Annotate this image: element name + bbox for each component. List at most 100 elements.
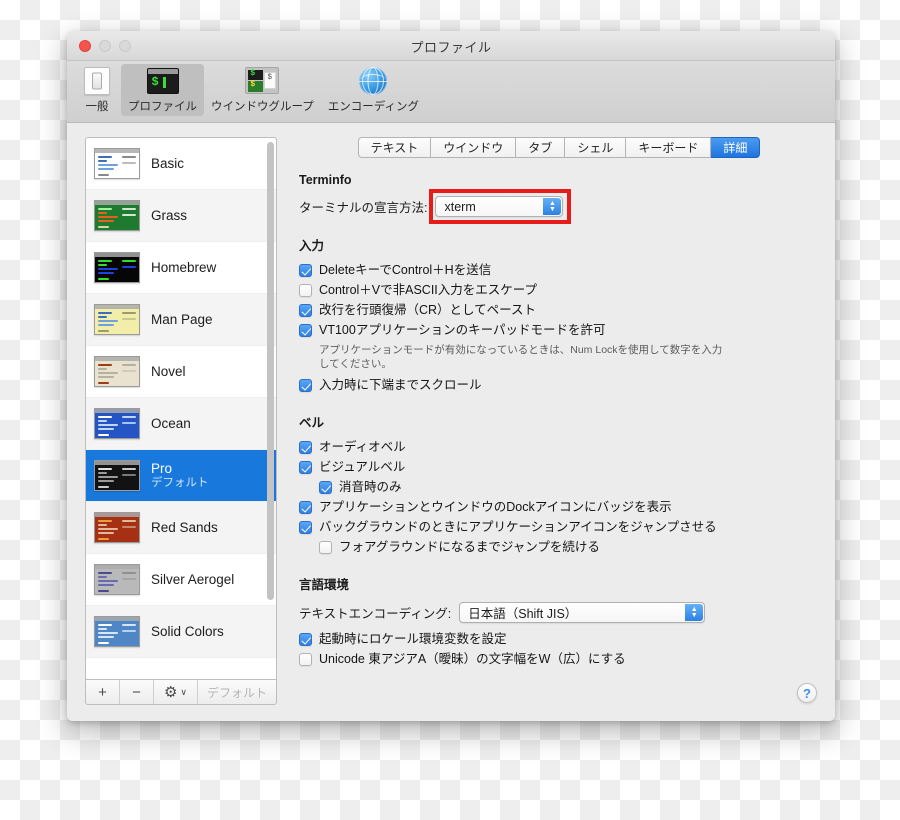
locale-section: 言語環境 テキストエンコーディング: 日本語（Shift JIS） ▲ ▼ 起動時…: [299, 574, 819, 672]
checkbox-box[interactable]: [299, 324, 312, 337]
profile-thumbnail: [94, 252, 140, 283]
checkbox-badge-dock-icon[interactable]: アプリケーションとウインドウのDockアイコンにバッジを表示: [299, 500, 819, 515]
checkbox-box[interactable]: [299, 461, 312, 475]
profile-thumbnail: [94, 148, 140, 179]
tab-tab[interactable]: タブ: [516, 137, 566, 158]
terminfo-declare-value: xterm: [444, 199, 476, 214]
tab-text[interactable]: テキスト: [357, 137, 432, 158]
checkbox-label: 入力時に下端までスクロール: [319, 378, 482, 393]
list-item-selected[interactable]: Pro デフォルト: [86, 450, 276, 502]
checkbox-box[interactable]: [299, 284, 312, 297]
profile-thumbnail: [94, 408, 140, 439]
list-item-label: Pro: [151, 461, 173, 477]
checkbox-bounce-in-background[interactable]: バックグラウンドのときにアプリケーションアイコンをジャンプさせる: [299, 520, 819, 535]
checkbox-vt100-keypad-mode[interactable]: VT100アプリケーションのキーパッドモードを許可: [299, 323, 819, 338]
checkbox-box[interactable]: [299, 501, 312, 515]
list-item-sublabel: デフォルト: [151, 476, 209, 489]
checkbox-escape-non-ascii[interactable]: Control＋Vで非ASCII入力をエスケープ: [299, 283, 819, 298]
profile-thumbnail: [94, 616, 140, 647]
toolbar-item-profiles[interactable]: $ プロファイル: [121, 64, 204, 116]
add-profile-button[interactable]: +: [86, 680, 120, 704]
profiles-sidebar: Basic Grass Homebrew Man Page Novel Ocea…: [85, 137, 277, 705]
checkbox-label: バックグラウンドのときにアプリケーションアイコンをジャンプさせる: [319, 520, 717, 535]
list-item-label: Basic: [151, 155, 185, 171]
profile-list-scrollbar[interactable]: [267, 142, 274, 675]
chevron-down-icon: ∨: [180, 686, 188, 697]
checkbox-audible-bell[interactable]: オーディオベル: [299, 440, 819, 455]
text-encoding-select[interactable]: 日本語（Shift JIS） ▲ ▼: [459, 602, 706, 624]
toolbar-item-window-groups[interactable]: ウインドウグループ: [204, 64, 321, 116]
list-item[interactable]: Basic: [86, 138, 276, 190]
tab-advanced[interactable]: 詳細: [711, 137, 761, 158]
list-item[interactable]: Novel: [86, 346, 276, 398]
checkbox-set-locale-on-startup[interactable]: 起動時にロケール環境変数を設定: [299, 632, 819, 647]
tab-shell[interactable]: シェル: [565, 137, 627, 158]
tab-window[interactable]: ウインドウ: [431, 137, 517, 158]
list-item-label: Novel: [151, 363, 186, 379]
checkbox-only-when-muted[interactable]: 消音時のみ: [299, 480, 819, 495]
checkbox-box[interactable]: [299, 441, 312, 455]
checkbox-box[interactable]: [299, 379, 312, 393]
terminfo-section-title: Terminfo: [299, 173, 352, 187]
checkbox-label: ビジュアルベル: [319, 460, 406, 475]
locale-section-title: 言語環境: [299, 578, 350, 593]
globe-icon: [356, 67, 390, 95]
chevron-updown-icon: ▲ ▼: [685, 604, 704, 622]
profile-thumbnail: [94, 304, 140, 335]
bell-section: ベル オーディオベル ビジュアルベル 消音時のみ アプリケーションとウインドウの…: [299, 412, 819, 560]
list-item[interactable]: Grass: [86, 190, 276, 242]
checkbox-box[interactable]: [319, 481, 332, 495]
checkbox-delete-sends-ctrl-h[interactable]: DeleteキーでControl＋Hを送信: [299, 263, 819, 278]
list-item[interactable]: Red Sands: [86, 502, 276, 554]
profile-thumbnail: [94, 512, 140, 543]
window-group-icon: [245, 67, 280, 95]
terminfo-declare-select[interactable]: xterm ▲ ▼: [435, 196, 564, 217]
profile-thumbnail: [94, 356, 140, 387]
checkbox-box[interactable]: [299, 633, 312, 647]
terminfo-declare-row: ターミナルの宣言方法: xterm ▲ ▼: [299, 189, 819, 224]
profile-list[interactable]: Basic Grass Homebrew Man Page Novel Ocea…: [85, 137, 277, 679]
checkbox-scroll-to-bottom-on-input[interactable]: 入力時に下端までスクロール: [299, 378, 819, 393]
remove-profile-button[interactable]: −: [120, 680, 154, 704]
list-item[interactable]: Ocean: [86, 398, 276, 450]
title-bar: プロファイル: [67, 31, 835, 61]
gear-icon: ⚙: [163, 684, 178, 701]
input-section-title: 入力: [299, 239, 325, 253]
checkbox-paste-newlines-as-cr[interactable]: 改行を行頭復帰（CR）としてペースト: [299, 303, 819, 318]
checkbox-box[interactable]: [299, 264, 312, 277]
checkbox-east-asian-ambiguous-wide[interactable]: Unicode 東アジアA（曖昧）の文字幅をW（広）にする: [299, 652, 819, 667]
scrollbar-thumb[interactable]: [267, 142, 274, 601]
text-encoding-value: 日本語（Shift JIS）: [468, 607, 578, 622]
tab-keyboard[interactable]: キーボード: [626, 137, 712, 158]
profile-thumbnail: [94, 460, 140, 491]
input-section: 入力 DeleteキーでControl＋Hを送信 Control＋Vで非ASCI…: [299, 235, 819, 398]
checkbox-label: オーディオベル: [319, 440, 406, 455]
checkbox-box[interactable]: [299, 521, 312, 535]
settings-tabbar: テキスト ウインドウ タブ シェル キーボード 詳細: [299, 137, 819, 158]
checkbox-label: 起動時にロケール環境変数を設定: [319, 632, 507, 647]
profile-actions-button[interactable]: ⚙ ∨: [154, 680, 198, 704]
list-item-label: Grass: [151, 207, 188, 223]
list-item[interactable]: Solid Colors: [86, 606, 276, 658]
list-item[interactable]: Man Page: [86, 294, 276, 346]
list-item[interactable]: Silver Aerogel: [86, 554, 276, 606]
vt100-help-text: アプリケーションモードが有効になっているときは、Num Lockを使用して数字を…: [319, 344, 723, 371]
set-default-button[interactable]: デフォルト: [198, 680, 276, 704]
preferences-window: プロファイル 一般 $ プロファイル ウインドウグループ エンコーディン: [67, 31, 835, 721]
list-item[interactable]: Homebrew: [86, 242, 276, 294]
list-item-label: Solid Colors: [151, 623, 224, 639]
preferences-toolbar: 一般 $ プロファイル ウインドウグループ エンコーディング: [67, 61, 835, 123]
help-button[interactable]: ?: [797, 683, 817, 703]
toolbar-item-encodings[interactable]: エンコーディング: [321, 64, 426, 116]
checkbox-label: Control＋Vで非ASCII入力をエスケープ: [319, 283, 538, 297]
toolbar-item-general[interactable]: 一般: [73, 64, 121, 116]
checkbox-box[interactable]: [319, 541, 332, 555]
general-icon: [80, 67, 114, 95]
content-area: Basic Grass Homebrew Man Page Novel Ocea…: [67, 123, 835, 721]
terminfo-section: Terminfo ターミナルの宣言方法: xterm ▲ ▼: [299, 173, 819, 224]
toolbar-item-window-groups-label: ウインドウグループ: [211, 101, 314, 113]
checkbox-visual-bell[interactable]: ビジュアルベル: [299, 460, 819, 475]
checkbox-box[interactable]: [299, 653, 312, 667]
checkbox-bounce-until-foreground[interactable]: フォアグラウンドになるまでジャンプを続ける: [299, 540, 819, 555]
checkbox-box[interactable]: [299, 304, 312, 317]
